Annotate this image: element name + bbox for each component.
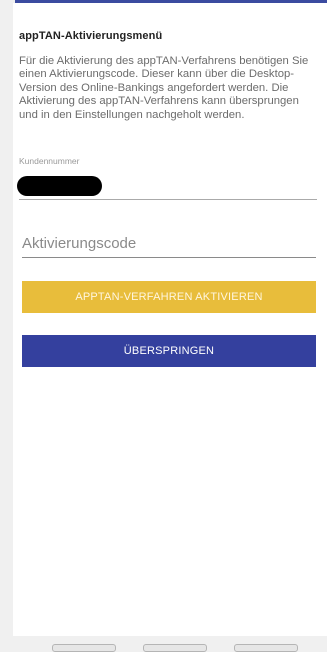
page-title: appTAN-Aktivierungsmenü	[19, 30, 163, 42]
nav-home-button[interactable]	[143, 644, 207, 652]
activate-apptan-button[interactable]: APPTAN-VERFAHREN AKTIVIEREN	[22, 281, 316, 313]
customer-number-underline	[19, 199, 317, 200]
activation-screen: appTAN-Aktivierungsmenü Für die Aktivier…	[13, 3, 327, 636]
system-navigation-bar	[0, 636, 327, 652]
nav-recents-button[interactable]	[52, 644, 116, 652]
customer-number-field[interactable]: Kundennummer	[17, 156, 317, 200]
activation-code-input[interactable]	[22, 230, 316, 256]
activation-code-underline	[22, 257, 316, 258]
customer-number-label: Kundennummer	[19, 156, 80, 166]
nav-back-button[interactable]	[234, 644, 298, 652]
redaction-mark	[17, 176, 102, 196]
skip-button[interactable]: ÜBERSPRINGEN	[22, 335, 316, 367]
intro-text: Für die Aktivierung des appTAN-Verfahren…	[19, 55, 309, 121]
activation-code-field[interactable]	[22, 230, 316, 258]
